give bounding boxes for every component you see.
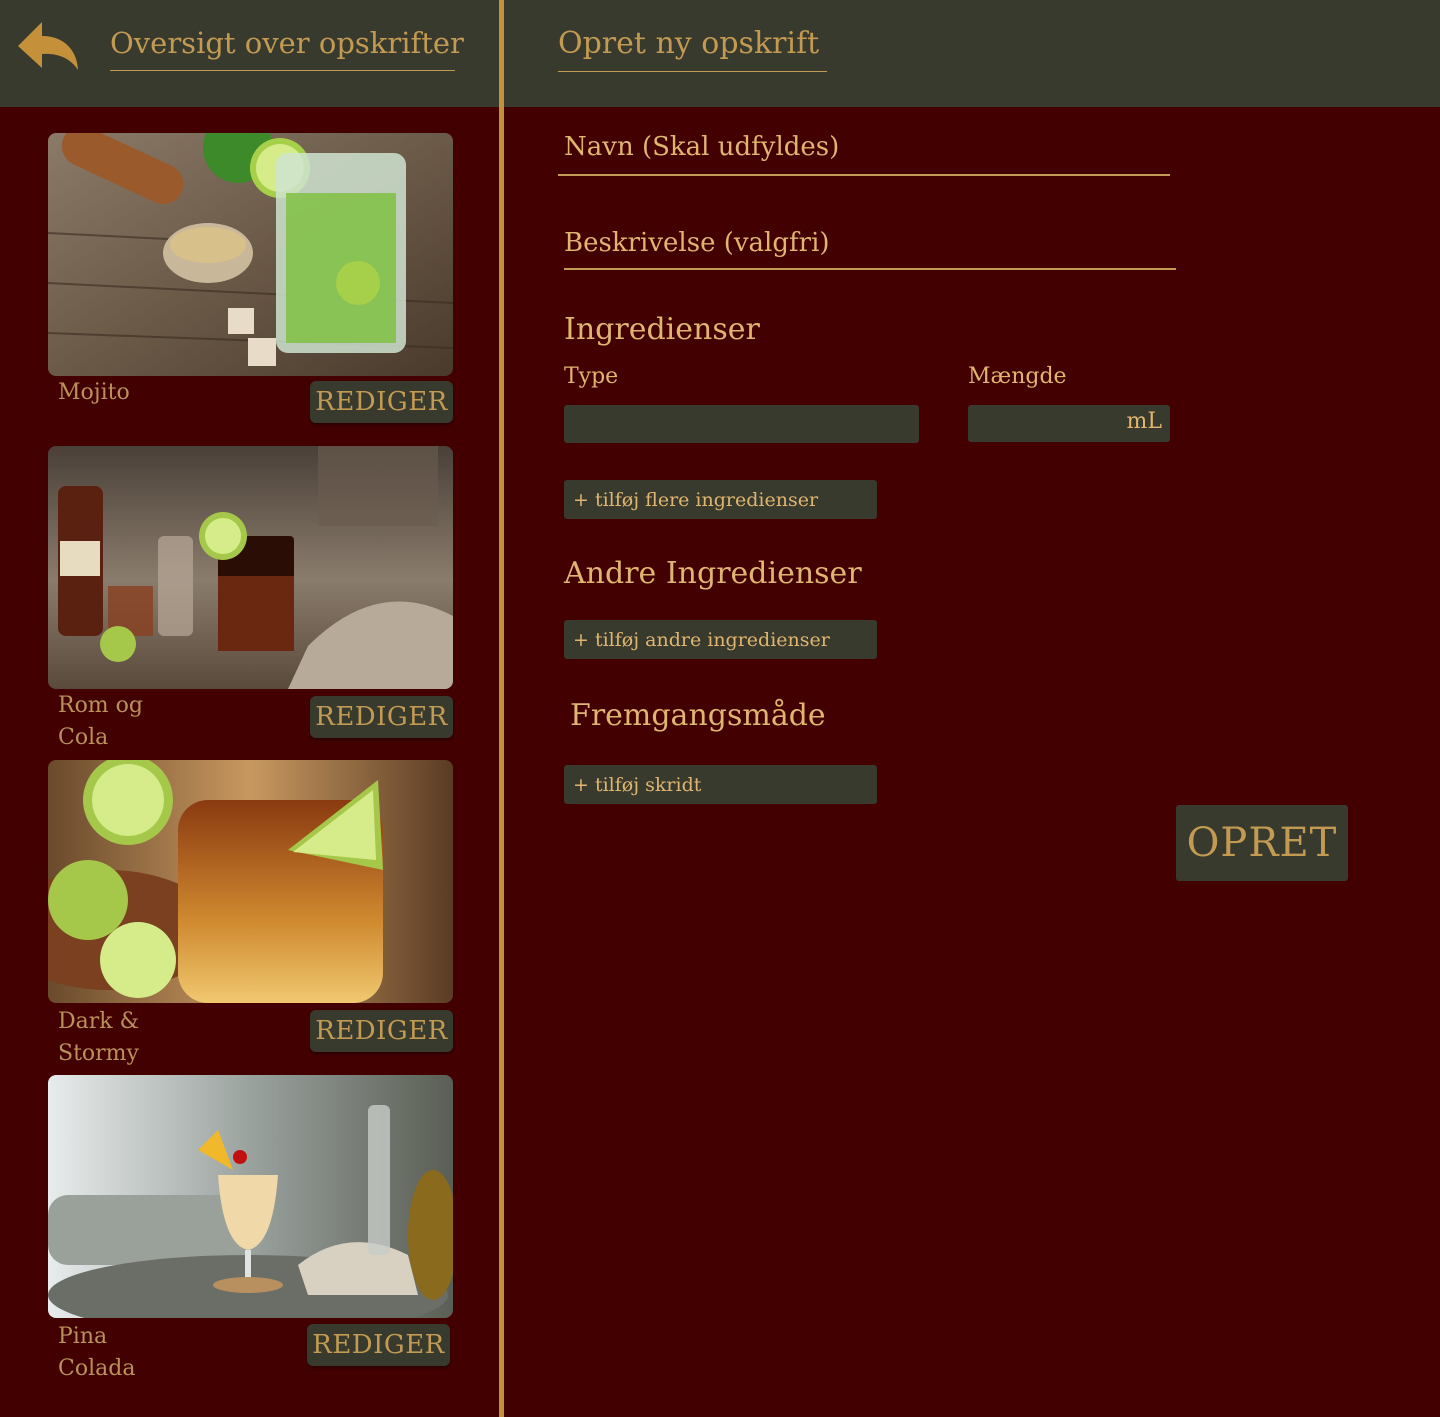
recipe-name-rom-og-cola: Rom og Cola [58, 693, 143, 750]
recipe-image-mojito[interactable] [48, 133, 453, 376]
add-step-button[interactable]: + tilføj skridt [564, 765, 877, 804]
back-arrow-icon[interactable] [16, 20, 80, 72]
amount-label: Mængde [968, 364, 1067, 389]
edit-button-dark-stormy[interactable]: REDIGER [310, 1010, 453, 1052]
amount-unit: mL [1126, 409, 1162, 434]
description-field[interactable]: Beskrivelse (valgfri) [564, 228, 830, 258]
nav-overview-link[interactable]: Oversigt over opskrifter [110, 26, 464, 71]
edit-button-rom-og-cola[interactable]: REDIGER [310, 696, 453, 738]
other-ingredients-heading: Andre Ingredienser [564, 556, 862, 591]
type-label: Type [564, 364, 619, 389]
nav-create-link[interactable]: Opret ny opskrift [558, 26, 827, 72]
ingredient-type-input[interactable] [564, 405, 919, 443]
ingredients-heading: Ingredienser [564, 312, 760, 347]
add-more-ingredients-button[interactable]: + tilføj flere ingredienser [564, 480, 877, 519]
panel-divider [499, 0, 504, 1417]
recipe-image-pina-colada[interactable] [48, 1075, 453, 1318]
recipe-name-dark-stormy: Dark & Stormy [58, 1009, 140, 1066]
add-other-ingredients-button[interactable]: + tilføj andre ingredienser [564, 620, 877, 659]
recipe-image-rom-og-cola[interactable] [48, 446, 453, 689]
ingredient-amount-input[interactable]: mL [968, 405, 1170, 442]
create-button[interactable]: OPRET [1176, 805, 1348, 881]
description-field-underline [564, 268, 1176, 270]
name-field-underline [558, 174, 1170, 176]
procedure-heading: Fremgangsmåde [570, 698, 826, 733]
edit-button-mojito[interactable]: REDIGER [310, 381, 453, 423]
edit-button-pina-colada[interactable]: REDIGER [307, 1324, 450, 1366]
recipe-image-dark-stormy[interactable] [48, 760, 453, 1003]
recipe-name-mojito: Mojito [58, 380, 130, 405]
name-field[interactable]: Navn (Skal udfyldes) [564, 132, 839, 162]
recipe-name-pina-colada: Pina Colada [58, 1324, 136, 1381]
